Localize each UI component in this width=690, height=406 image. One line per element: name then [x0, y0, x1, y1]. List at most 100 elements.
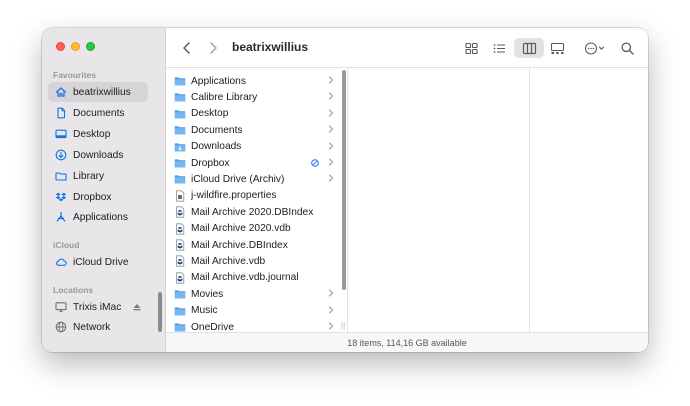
column-empty — [348, 68, 530, 332]
file-row[interactable]: Mail Archive.vdb — [174, 253, 334, 269]
sidebar-item-desktop[interactable]: Desktop — [48, 124, 148, 144]
database-file-icon — [174, 272, 186, 284]
home-icon — [55, 86, 67, 98]
file-row[interactable]: Mail Archive.DBIndex — [174, 237, 334, 253]
file-name: Mail Archive.vdb.journal — [191, 272, 299, 284]
finder-window: Favourites beatrixwillius Documents Desk… — [42, 28, 648, 352]
gallery-view-icon — [550, 42, 564, 54]
database-file-icon — [174, 222, 186, 235]
sync-status-icon — [311, 159, 319, 167]
chevron-left-icon — [183, 42, 190, 54]
column-view-button[interactable] — [514, 38, 544, 58]
status-text: 18 items, 114,16 GB available — [347, 337, 467, 348]
file-name: Mail Archive.DBIndex — [191, 239, 288, 251]
close-button[interactable] — [56, 42, 65, 51]
column-browser: || Applications Calibre Library Desktop Doc… — [166, 68, 648, 333]
sidebar-scrollbar[interactable] — [158, 292, 162, 332]
section-title-favourites: Favourites — [53, 70, 96, 80]
cloud-icon — [55, 256, 67, 268]
column-view-icon — [522, 42, 536, 54]
chevron-right-icon — [210, 42, 217, 54]
file-row[interactable]: Mail Archive 2020.DBIndex — [174, 204, 334, 220]
chevron-right-icon — [328, 125, 334, 135]
more-actions-button[interactable] — [580, 38, 610, 58]
column-scrollbar[interactable] — [342, 70, 346, 290]
folder-icon — [174, 91, 186, 103]
file-name: Desktop — [191, 108, 229, 120]
column-home[interactable]: || Applications Calibre Library Desktop Doc… — [166, 68, 348, 333]
sidebar-item-label: Network — [73, 321, 111, 333]
minimize-button[interactable] — [71, 42, 80, 51]
status-bar: 18 items, 114,16 GB available — [166, 332, 648, 352]
file-name: Downloads — [191, 141, 242, 153]
chevron-right-icon — [328, 322, 334, 332]
search-icon — [620, 41, 634, 55]
dropbox-icon — [55, 191, 67, 203]
folder-icon — [174, 173, 186, 185]
sidebar-item-documents[interactable]: Documents — [48, 103, 148, 123]
file-row[interactable]: iCloud Drive (Archiv) — [174, 171, 334, 187]
folder-icon — [55, 170, 67, 182]
file-row[interactable]: Dropbox — [174, 155, 334, 171]
file-row[interactable]: Applications — [174, 73, 334, 89]
downloads-folder-icon — [174, 141, 186, 153]
sidebar-item-network[interactable]: Network — [48, 317, 148, 337]
sidebar: Favourites beatrixwillius Documents Desk… — [42, 28, 166, 352]
section-title-locations: Locations — [53, 285, 94, 295]
list-view-button[interactable] — [488, 38, 510, 58]
search-button[interactable] — [616, 38, 638, 58]
database-file-icon — [174, 206, 186, 218]
file-row[interactable]: Calibre Library — [174, 89, 334, 105]
file-name: Calibre Library — [191, 91, 258, 103]
file-name: Mail Archive 2020.DBIndex — [191, 206, 314, 218]
sidebar-item-label: Library — [73, 170, 105, 182]
sidebar-item-home[interactable]: beatrixwillius — [48, 82, 148, 102]
sidebar-item-label: Desktop — [73, 128, 111, 140]
folder-icon — [174, 157, 186, 169]
network-icon — [55, 321, 67, 333]
file-row[interactable]: Mail Archive 2020.vdb — [174, 221, 334, 237]
icon-view-button[interactable] — [460, 38, 482, 58]
sidebar-item-label: beatrixwillius — [73, 86, 131, 98]
file-row[interactable]: Movies — [174, 286, 334, 302]
sidebar-item-icloud-drive[interactable]: iCloud Drive — [48, 252, 148, 272]
folder-icon — [174, 124, 186, 136]
back-button[interactable] — [178, 39, 196, 57]
ellipsis-circle-icon — [584, 41, 605, 55]
file-row[interactable]: Mail Archive.vdb.journal — [174, 270, 334, 286]
column-resize-handle[interactable]: || — [341, 321, 345, 330]
forward-button[interactable] — [204, 39, 222, 57]
folder-icon — [174, 288, 186, 300]
file-name: iCloud Drive (Archiv) — [191, 173, 285, 185]
sidebar-item-downloads[interactable]: Downloads — [48, 145, 148, 165]
chevron-right-icon — [328, 76, 334, 86]
desktop-icon — [55, 128, 67, 140]
gallery-view-button[interactable] — [546, 38, 568, 58]
file-name: j-wildfire.properties — [191, 190, 277, 202]
sidebar-item-library[interactable]: Library — [48, 166, 148, 186]
file-row[interactable]: Documents — [174, 122, 334, 138]
list-view-icon — [493, 43, 505, 53]
file-name: Documents — [191, 124, 243, 136]
window-title: beatrixwillius — [232, 40, 309, 54]
document-icon — [55, 107, 67, 119]
database-file-icon — [174, 255, 186, 267]
download-icon — [55, 149, 67, 161]
database-file-icon — [174, 239, 186, 251]
file-row[interactable]: Downloads — [174, 139, 334, 155]
sidebar-item-dropbox[interactable]: Dropbox — [48, 187, 148, 207]
imac-icon — [55, 301, 67, 313]
sidebar-item-trixis-imac[interactable]: Trixis iMac — [48, 297, 148, 317]
file-row[interactable]: Music — [174, 303, 334, 319]
file-name: Dropbox — [191, 157, 230, 169]
file-name: Applications — [191, 75, 246, 87]
file-name: OneDrive — [191, 321, 235, 333]
file-row[interactable]: Desktop — [174, 106, 334, 122]
sidebar-item-applications[interactable]: Applications — [48, 207, 148, 227]
zoom-button[interactable] — [86, 42, 95, 51]
toolbar: beatrixwillius — [166, 28, 648, 68]
chevron-right-icon — [328, 174, 334, 184]
file-row[interactable]: j-wildfire.properties — [174, 188, 334, 204]
eject-icon[interactable] — [132, 301, 142, 313]
file-name: Mail Archive.vdb — [191, 255, 266, 267]
